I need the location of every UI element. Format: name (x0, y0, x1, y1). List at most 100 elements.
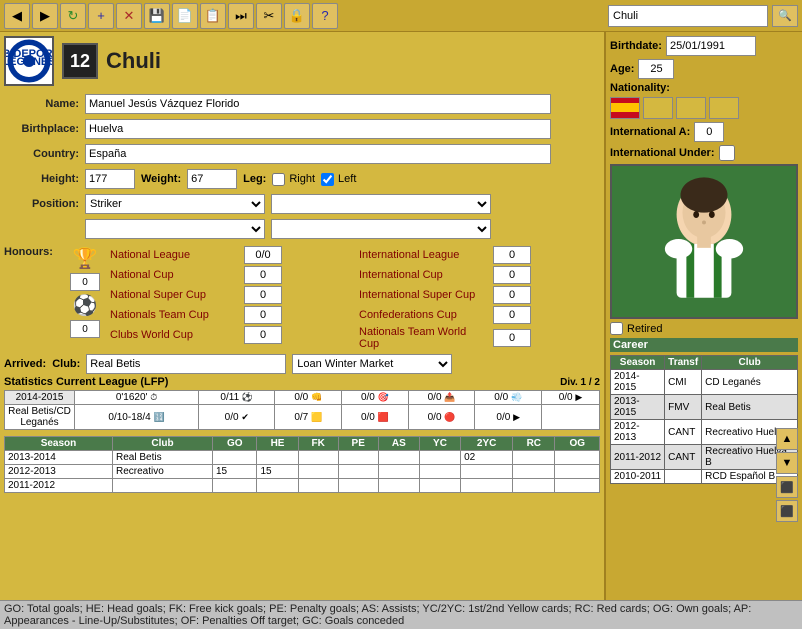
stats-div: Div. 1 / 2 (560, 377, 600, 388)
club-val: Real Betis (113, 451, 213, 465)
position-select4[interactable] (271, 219, 491, 239)
skip-button[interactable]: ⏭ (228, 3, 254, 29)
club-val (113, 479, 213, 493)
retired-checkbox[interactable] (610, 322, 623, 335)
right-checkbox[interactable] (272, 173, 285, 186)
honour-name: Nationals Team Cup (110, 309, 240, 321)
stats-record: 0/10-18/4 🔢 (75, 405, 199, 430)
weight-label: Weight: (141, 173, 181, 185)
honour-name: International Cup (359, 269, 489, 281)
weight-input[interactable] (187, 169, 237, 189)
name-label: Name: (4, 98, 79, 110)
forward-button[interactable]: ▶ (32, 3, 58, 29)
search-input[interactable] (608, 5, 768, 27)
lock-button[interactable]: 🔒 (284, 3, 310, 29)
birthdate-input[interactable] (666, 36, 756, 56)
career-season: 2013-2015 (611, 395, 665, 420)
col-he: HE (257, 437, 298, 451)
honour-val-national-league[interactable] (244, 246, 282, 264)
arrived-row: Arrived: Club: Loan Winter Market (4, 354, 600, 374)
col-yc: YC (419, 437, 460, 451)
trophy-count1[interactable] (70, 273, 100, 291)
honour-val-intl-super-cup[interactable] (493, 286, 531, 304)
height-input[interactable] (85, 169, 135, 189)
stats-tackles: 0/0 👊 (275, 391, 342, 405)
search-button[interactable]: 🔍 (772, 5, 798, 27)
honour-val-intl-cup[interactable] (493, 266, 531, 284)
left-label: Left (338, 173, 356, 185)
honour-national-super-cup: National Super Cup (110, 286, 351, 304)
stats-other: 0/0 ▶ (542, 391, 600, 405)
career-transfer (665, 470, 702, 484)
flag-empty2 (676, 97, 706, 119)
honour-intl-super-cup: International Super Cup (359, 286, 600, 304)
refresh-button[interactable]: ↻ (60, 3, 86, 29)
honour-val-clubs-world-cup[interactable] (244, 326, 282, 344)
honour-val-confederations-cup[interactable] (493, 306, 531, 324)
fk-val (298, 465, 338, 479)
stats-season: 2014-2015 (5, 391, 75, 405)
right-check-group: Right (272, 173, 315, 186)
intl-a-input[interactable] (694, 122, 724, 142)
save-button[interactable]: 💾 (144, 3, 170, 29)
honour-nationals-world-cup: Nationals Team World Cup (359, 326, 600, 350)
career-row: 2014-2015 CMI CD Leganés (611, 370, 798, 395)
honour-val-intl-league[interactable] (493, 246, 531, 264)
yc-val (419, 465, 460, 479)
honour-val-nationals-team-cup[interactable] (244, 306, 282, 324)
honours-section: Honours: 🏆 ⚽ National League National Cu… (4, 246, 600, 350)
left-checkbox[interactable] (321, 173, 334, 186)
pe-val (338, 465, 378, 479)
age-input[interactable] (638, 59, 674, 79)
career-nav-down[interactable]: ▼ (776, 452, 798, 474)
cut-button[interactable]: ✂ (256, 3, 282, 29)
close-button[interactable]: ✕ (116, 3, 142, 29)
col-as: AS (378, 437, 419, 451)
intl-under-row: International Under: (610, 145, 798, 161)
position-select3[interactable] (85, 219, 265, 239)
position-row2 (4, 219, 600, 239)
back-button[interactable]: ◀ (4, 3, 30, 29)
career-row: 2011-2012 CANT Recreativo Huelva B (611, 445, 798, 470)
honour-intl-league: International League (359, 246, 600, 264)
honour-val-nationals-world-cup[interactable] (493, 329, 531, 347)
birthplace-row: Birthplace: (4, 119, 600, 139)
honour-val-national-super-cup[interactable] (244, 286, 282, 304)
fk-val (298, 479, 338, 493)
footer-text: GO: Total goals; HE: Head goals; FK: Fre… (4, 603, 751, 627)
career-nav-up[interactable]: ▲ (776, 428, 798, 450)
as-val (378, 465, 419, 479)
career-nav-end[interactable]: ⬛ (776, 476, 798, 498)
name-input[interactable] (85, 94, 551, 114)
stats-v3: 0/0 🟥 (342, 405, 409, 430)
season-val: 2012-2013 (5, 465, 113, 479)
birthdate-label: Birthdate: (610, 40, 662, 52)
paste-button[interactable]: 📋 (200, 3, 226, 29)
career-season: 2012-2013 (611, 420, 665, 445)
career-club: Real Betis (702, 395, 798, 420)
birthplace-input[interactable] (85, 119, 551, 139)
honour-val-national-cup[interactable] (244, 266, 282, 284)
country-row: Country: (4, 144, 600, 164)
intl-under-checkbox[interactable] (719, 145, 735, 161)
season-row: 2013-2014 Real Betis 02 (5, 451, 600, 465)
position-select2[interactable] (271, 194, 491, 214)
club-input[interactable] (86, 354, 286, 374)
help-button[interactable]: ? (312, 3, 338, 29)
col-fk: FK (298, 437, 338, 451)
col-2yc: 2YC (461, 437, 513, 451)
position-select[interactable]: Striker (85, 194, 265, 214)
market-select[interactable]: Loan Winter Market (292, 354, 452, 374)
add-button[interactable]: + (88, 3, 114, 29)
career-nav-bottom[interactable]: ⬛ (776, 500, 798, 522)
career-row: 2010-2011 RCD Español B (611, 470, 798, 484)
as-val (378, 451, 419, 465)
flag-empty1 (643, 97, 673, 119)
trophy-count2[interactable] (70, 320, 100, 338)
age-label: Age: (610, 63, 634, 75)
season-history-table: Season Club GO HE FK PE AS YC 2YC RC OG … (4, 436, 600, 493)
country-input[interactable] (85, 144, 551, 164)
rc-val (513, 451, 555, 465)
he-val (257, 479, 298, 493)
copy-button[interactable]: 📄 (172, 3, 198, 29)
